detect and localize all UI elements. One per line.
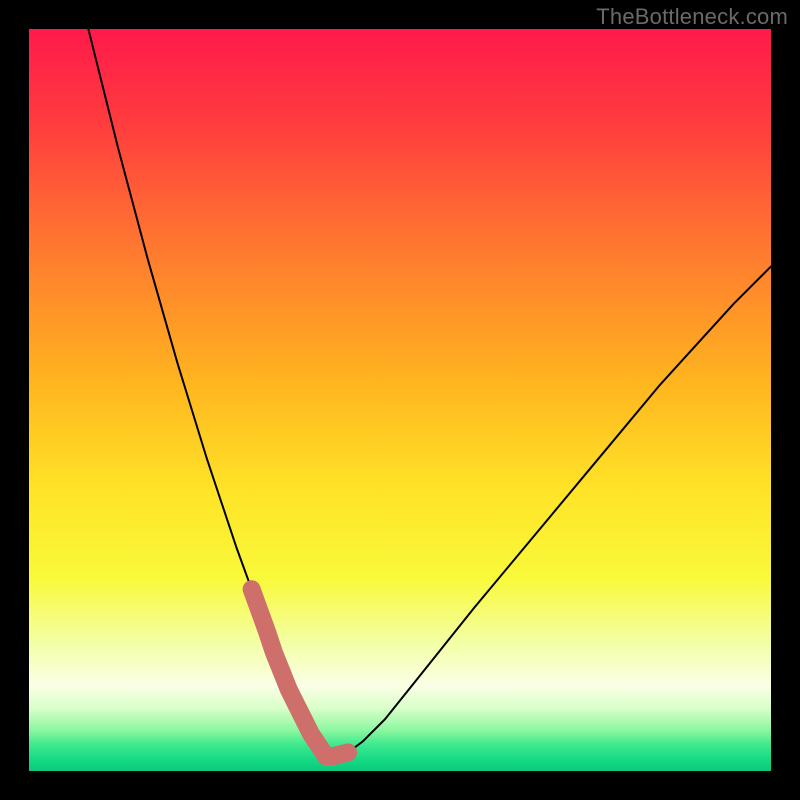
watermark-text: TheBottleneck.com [596, 4, 788, 30]
plot-svg [29, 29, 771, 771]
chart-frame: TheBottleneck.com [0, 0, 800, 800]
plot-area [29, 29, 771, 771]
gradient-background [29, 29, 771, 771]
